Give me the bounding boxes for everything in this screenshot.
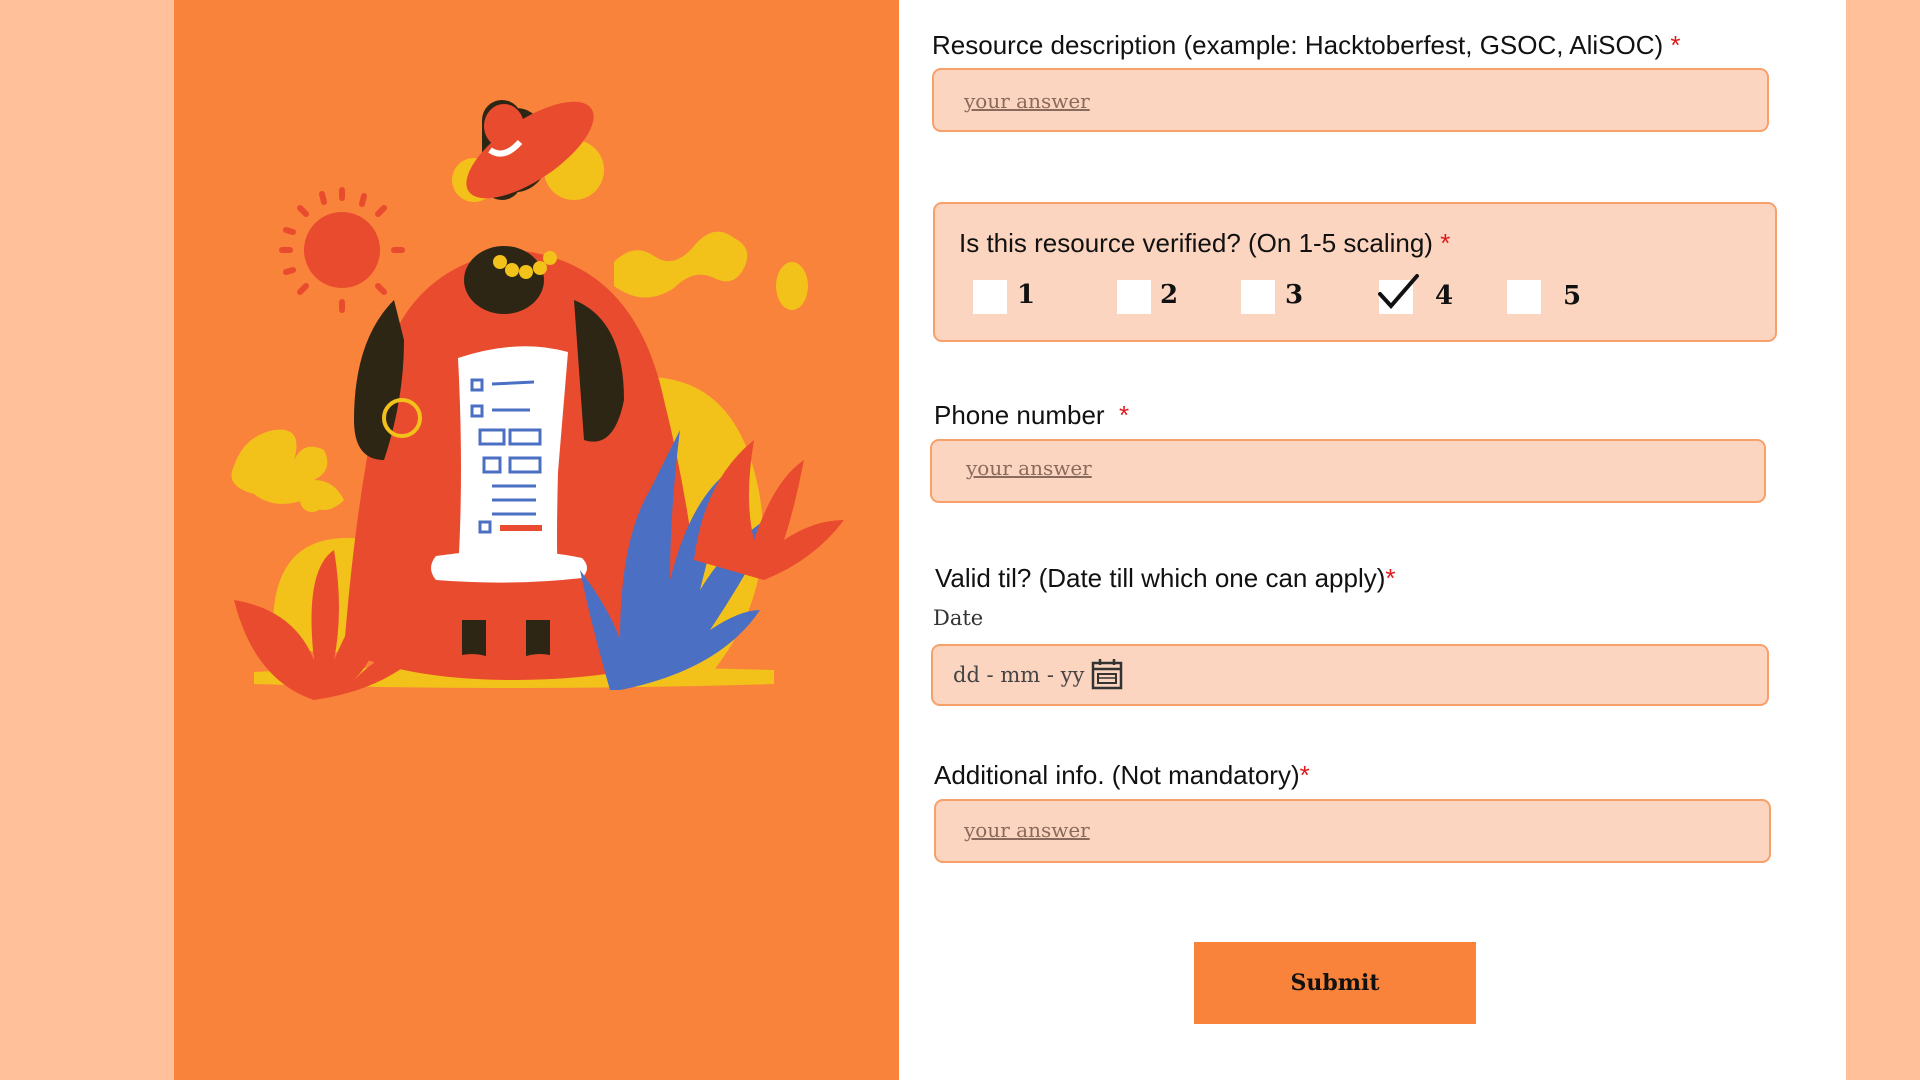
- rating-checkbox-3[interactable]: [1241, 280, 1275, 314]
- valid-til-label-text: Valid til? (Date till which one can appl…: [935, 563, 1386, 593]
- resource-description-label-text: Resource description (example: Hacktober…: [932, 30, 1664, 60]
- required-mark: *: [1385, 563, 1396, 593]
- additional-info-input[interactable]: your answer: [934, 799, 1771, 863]
- date-sublabel: Date: [933, 606, 984, 630]
- additional-info-placeholder: your answer: [964, 818, 1090, 842]
- required-mark: *: [1119, 400, 1130, 430]
- checkmark-icon: [1378, 274, 1419, 310]
- phone-label-text: Phone number: [934, 400, 1105, 430]
- woman-with-checklist-illustration: [231, 100, 844, 700]
- rating-checkbox-2[interactable]: [1117, 280, 1151, 314]
- sun-icon: [279, 187, 405, 313]
- additional-info-label: Additional info. (Not mandatory)*: [934, 760, 1310, 791]
- calendar-icon[interactable]: [1091, 658, 1123, 690]
- required-mark: *: [1440, 228, 1451, 258]
- verified-rating-group: Is this resource verified? (On 1-5 scali…: [933, 202, 1777, 342]
- rating-checkbox-4[interactable]: [1378, 274, 1419, 314]
- rating-option-5-label: 5: [1563, 281, 1582, 311]
- required-mark: *: [1670, 30, 1681, 60]
- rating-option-2-label: 2: [1160, 280, 1179, 310]
- phone-label: Phone number *: [934, 400, 1129, 431]
- rating-option-3-label: 3: [1285, 280, 1304, 310]
- rating-option-1-label: 1: [1017, 280, 1036, 310]
- date-placeholder: dd - mm - yy: [953, 663, 1085, 687]
- resource-description-input[interactable]: your answer: [932, 68, 1769, 132]
- phone-placeholder: your answer: [966, 456, 1092, 480]
- verified-label: Is this resource verified? (On 1-5 scali…: [959, 228, 1450, 259]
- additional-info-label-text: Additional info. (Not mandatory): [934, 760, 1300, 790]
- submit-button[interactable]: Submit: [1194, 942, 1476, 1024]
- required-mark: *: [1299, 760, 1310, 790]
- resource-description-label: Resource description (example: Hacktober…: [932, 30, 1681, 61]
- phone-input[interactable]: your answer: [930, 439, 1766, 503]
- verified-label-text: Is this resource verified? (On 1-5 scali…: [959, 228, 1433, 258]
- rating-checkbox-5[interactable]: [1507, 280, 1541, 314]
- date-input[interactable]: dd - mm - yy: [931, 644, 1769, 706]
- rating-option-4-label: 4: [1435, 281, 1454, 311]
- valid-til-label: Valid til? (Date till which one can appl…: [935, 563, 1396, 594]
- rating-checkbox-1[interactable]: [973, 280, 1007, 314]
- illustration-panel: [174, 0, 899, 1080]
- resource-description-placeholder: your answer: [964, 89, 1090, 113]
- form-panel: Resource description (example: Hacktober…: [899, 0, 1846, 1080]
